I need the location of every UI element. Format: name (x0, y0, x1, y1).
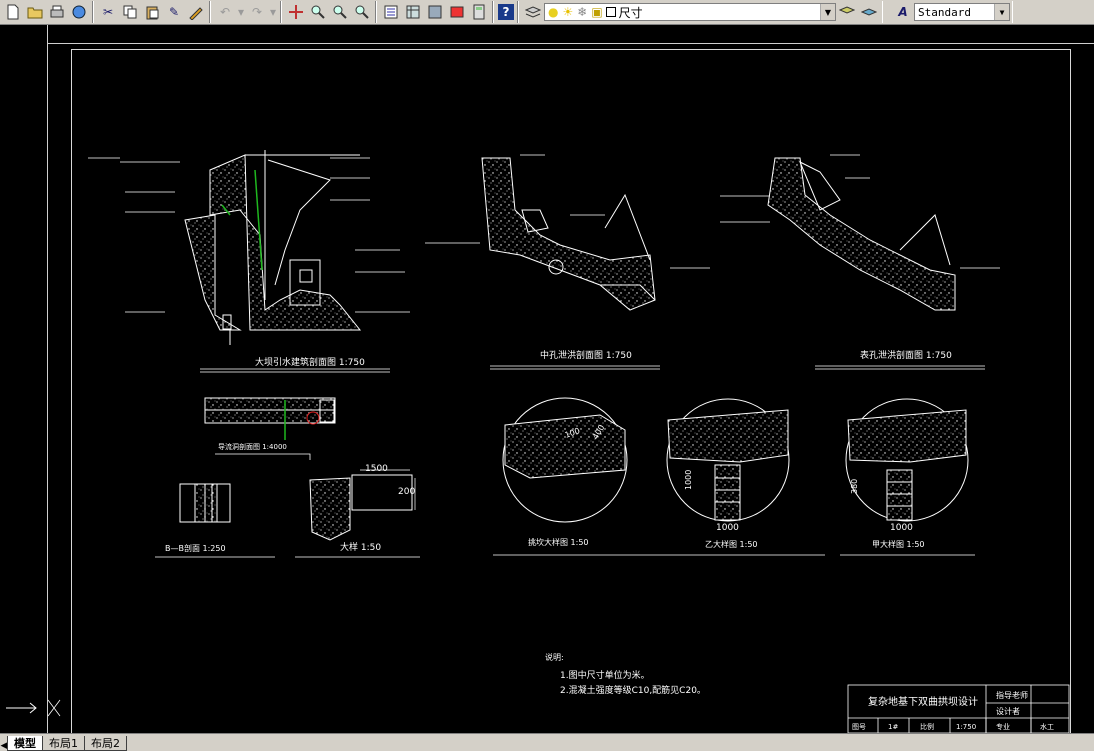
title-block-project: 复杂地基下双曲拱坝设计 (868, 695, 978, 708)
cad-drawing: 大坝引水建筑剖面图 1:750 中孔泄洪剖面图 1:750 表孔泄洪剖面图 1:… (6, 150, 1070, 734)
drawing-surface-spillway (720, 154, 1000, 311)
title-block-cell-e: 专业 (996, 722, 1010, 731)
dim-1000-c: 1000 (890, 523, 913, 533)
tab-label: 布局2 (91, 737, 120, 750)
surface-spillway-title: 表孔泄洪剖面图 1:750 (860, 349, 952, 361)
title-block-cell-f: 水工 (1040, 722, 1054, 731)
title-block-cell-d: 1:750 (956, 723, 976, 731)
circle-detail-1-title: 挑坎大样图 1:50 (528, 537, 589, 547)
title-block-role-1: 指导老师 (996, 690, 1028, 700)
notes-line-1: 1.图中尺寸单位为米。 (560, 669, 650, 681)
notes-title: 说明: (545, 652, 564, 662)
notes-line-2: 2.混凝土强度等级C10,配筋见C20。 (560, 684, 706, 696)
title-block-role-2: 设计者 (996, 706, 1020, 716)
tab-label: 布局1 (49, 737, 78, 750)
drawing-intake-section (88, 150, 410, 345)
layout-tabs: ◀ 模型 布局1 布局2 (0, 733, 1094, 751)
drawing-diversion-tunnel (204, 397, 336, 440)
tab-layout1[interactable]: 布局1 (42, 736, 85, 751)
circle-detail-3-title: 甲大样图 1:50 (872, 539, 925, 549)
detail-title: 大样 1:50 (340, 541, 381, 553)
drawing-detail (309, 469, 416, 541)
circle-detail-2-title: 乙大样图 1:50 (705, 539, 758, 549)
title-block-cell-b: 1# (888, 723, 898, 731)
tab-layout2[interactable]: 布局2 (84, 736, 127, 751)
dim-380: 380 (850, 479, 859, 494)
diversion-tunnel-title: 导流洞剖面图 1:4000 (218, 442, 287, 451)
ucs-icon (6, 699, 61, 717)
drawing-circle-detail-3 (845, 398, 969, 522)
tab-model[interactable]: 模型 (7, 736, 43, 751)
title-block-cell-c: 比例 (920, 722, 934, 731)
drawing-circle-detail-2 (666, 398, 790, 522)
title-block-cell-a: 图号 (852, 723, 866, 731)
dim-1000-b: 1000 (716, 523, 739, 533)
drawing-bb-section (179, 483, 231, 523)
dim-200: 200 (398, 487, 415, 497)
dim-1500: 1500 (365, 464, 388, 474)
drawing-middle-outlet (425, 154, 710, 311)
dim-1000-a: 1000 (684, 470, 693, 490)
intake-section-title: 大坝引水建筑剖面图 1:750 (255, 356, 365, 368)
bb-section-title: B—B剖面 1:250 (165, 543, 226, 553)
drawing-circle-detail-1 (502, 397, 628, 523)
tab-label: 模型 (14, 737, 36, 750)
middle-outlet-title: 中孔泄洪剖面图 1:750 (540, 349, 632, 361)
